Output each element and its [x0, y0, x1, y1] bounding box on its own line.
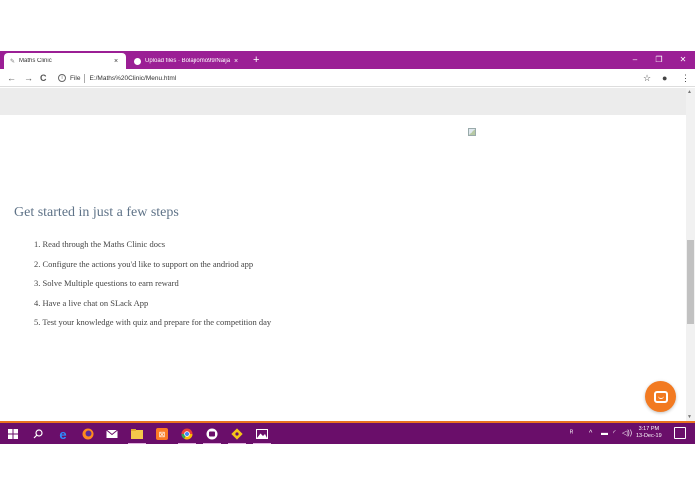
page-header-band	[0, 88, 686, 115]
back-button[interactable]: ←	[7, 71, 16, 85]
file-explorer-icon[interactable]	[128, 427, 146, 444]
tab-maths-clinic[interactable]: ✎ Maths Clinic ×	[4, 53, 126, 69]
app-circle-icon[interactable]	[203, 427, 221, 444]
list-item: 4. Have a live chat on SLack App	[34, 297, 149, 308]
info-icon[interactable]: i	[58, 74, 66, 82]
git-kraken-icon[interactable]	[228, 427, 246, 444]
mail-icon[interactable]	[105, 427, 119, 441]
scheme-label: File	[70, 74, 81, 82]
photos-icon[interactable]	[253, 427, 271, 444]
window-controls: – ❐ ✕	[623, 51, 695, 69]
steps-list: 1. Read through the Maths Clinic docs 2.…	[34, 238, 271, 336]
wifi-icon[interactable]: ◜	[613, 427, 616, 441]
volume-icon[interactable]: ◁))	[622, 427, 632, 441]
clock-time: 3:17 PM	[638, 426, 660, 432]
chrome-icon[interactable]	[178, 427, 196, 444]
steps-heading: Get started in just a few steps	[14, 205, 179, 220]
scroll-up-arrow-icon[interactable]: ▲	[687, 89, 692, 95]
search-icon[interactable]	[31, 427, 45, 441]
close-window-button[interactable]: ✕	[671, 51, 695, 69]
list-item: 2. Configure the actions you'd like to s…	[34, 258, 254, 269]
clock[interactable]: 3:17 PM 13-Dec-19	[636, 426, 662, 440]
taskbar: e ⊠ ᴿ ^ ▬ ◜ ◁)) 3:17 PM 13-Dec-19	[0, 421, 695, 444]
action-center-icon[interactable]	[674, 427, 686, 439]
firefox-icon[interactable]	[81, 427, 95, 441]
scroll-thumb[interactable]	[687, 240, 694, 324]
url-text[interactable]: E:/Maths%20Clinic/Menu.html	[89, 75, 176, 82]
vertical-scrollbar[interactable]: ▲ ▼	[686, 88, 695, 421]
windows-start-icon[interactable]	[6, 427, 20, 441]
show-hidden-icons-icon[interactable]: ^	[589, 427, 592, 441]
chat-button[interactable]	[645, 381, 676, 412]
new-tab-button[interactable]: +	[253, 53, 259, 67]
svg-text:⊠: ⊠	[159, 430, 166, 439]
scroll-down-arrow-icon[interactable]: ▼	[687, 414, 692, 420]
page-viewport: Get started in just a few steps 1. Read …	[0, 88, 686, 421]
close-tab-icon[interactable]: ×	[112, 58, 120, 65]
tab-title: Upload files · Bolajiomo99/Naija	[145, 58, 231, 64]
battery-icon[interactable]: ▬	[601, 427, 608, 441]
tab-upload-files[interactable]: Upload files · Bolajiomo99/Naija ×	[128, 53, 246, 69]
restore-button[interactable]: ❐	[647, 51, 671, 69]
bookmark-star-icon[interactable]: ☆	[643, 71, 651, 85]
tab-strip: ✎ Maths Clinic × Upload files · Bolajiom…	[0, 51, 695, 69]
menu-icon[interactable]: ⋮	[681, 71, 690, 85]
tab-title: Maths Clinic	[19, 58, 52, 64]
profile-icon[interactable]: ●	[662, 71, 667, 85]
divider	[84, 73, 86, 83]
clock-date: 13-Dec-19	[636, 433, 662, 439]
chat-bubble-icon	[653, 390, 668, 403]
minimize-button[interactable]: –	[623, 51, 647, 69]
github-icon	[134, 57, 141, 65]
people-icon[interactable]: ᴿ	[570, 427, 573, 441]
reload-button[interactable]: C	[40, 71, 47, 85]
broken-image-icon	[468, 128, 476, 136]
browser-toolbar: ← → C i File E:/Maths%20Clinic/Menu.html…	[0, 69, 695, 87]
list-item: 1. Read through the Maths Clinic docs	[34, 239, 166, 249]
xampp-icon[interactable]: ⊠	[155, 427, 169, 441]
list-item: 3. Solve Multiple questions to earn rewa…	[34, 278, 179, 288]
list-item: 5. Test your knowledge with quiz and pre…	[34, 317, 272, 327]
address-bar[interactable]: i File E:/Maths%20Clinic/Menu.html	[58, 72, 176, 84]
screen: ✎ Maths Clinic × Upload files · Bolajiom…	[0, 51, 695, 444]
edge-browser-icon[interactable]: e	[56, 427, 70, 442]
close-tab-icon[interactable]: ×	[232, 58, 240, 65]
forward-button[interactable]: →	[24, 71, 33, 85]
